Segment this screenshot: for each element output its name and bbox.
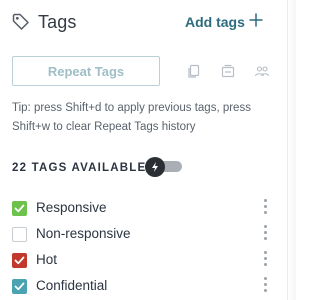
checkmark-icon <box>14 256 25 265</box>
tag-row-responsive[interactable]: Responsive <box>12 199 274 220</box>
toggle-knob <box>145 157 165 177</box>
stack-icon[interactable] <box>220 63 236 79</box>
add-tags-link[interactable]: Add tags <box>185 14 245 30</box>
checkmark-icon <box>14 282 25 291</box>
shortcut-tip: Tip: press Shift+d to apply previous tag… <box>12 102 251 133</box>
tag-label: Responsive <box>36 200 107 215</box>
panel-title: Tags <box>38 12 77 32</box>
more-options-icon[interactable] <box>263 277 269 295</box>
tags-panel: Tags Add tags Repeat Tags Tip: press Shi… <box>0 0 288 300</box>
tag-row-non-responsive[interactable]: Non-responsive <box>12 225 274 246</box>
tag-label: Non-responsive <box>36 226 131 241</box>
tag-label: Confidential <box>36 278 108 293</box>
tag-label: Hot <box>36 252 58 267</box>
lightning-icon <box>152 162 158 172</box>
more-options-icon[interactable] <box>263 199 269 217</box>
tag-checkbox[interactable] <box>12 227 27 242</box>
tag-checkbox[interactable] <box>12 253 27 268</box>
panel-edge <box>287 0 296 300</box>
users-icon[interactable] <box>254 63 270 79</box>
repeat-tags-button[interactable]: Repeat Tags <box>12 56 160 86</box>
tag-checkbox[interactable] <box>12 201 27 216</box>
tag-row-confidential[interactable]: Confidential <box>12 277 274 298</box>
more-options-icon[interactable] <box>263 225 269 243</box>
plus-icon[interactable] <box>249 13 263 27</box>
tag-icon <box>12 13 29 30</box>
more-options-icon[interactable] <box>263 251 269 269</box>
auto-tag-toggle[interactable] <box>145 157 183 177</box>
checkmark-icon <box>14 204 25 213</box>
tag-checkbox[interactable] <box>12 279 27 294</box>
tags-available-count: 22 TAGS AVAILABLE <box>12 162 147 174</box>
copy-icon[interactable] <box>186 63 202 79</box>
tag-row-hot[interactable]: Hot <box>12 251 274 272</box>
